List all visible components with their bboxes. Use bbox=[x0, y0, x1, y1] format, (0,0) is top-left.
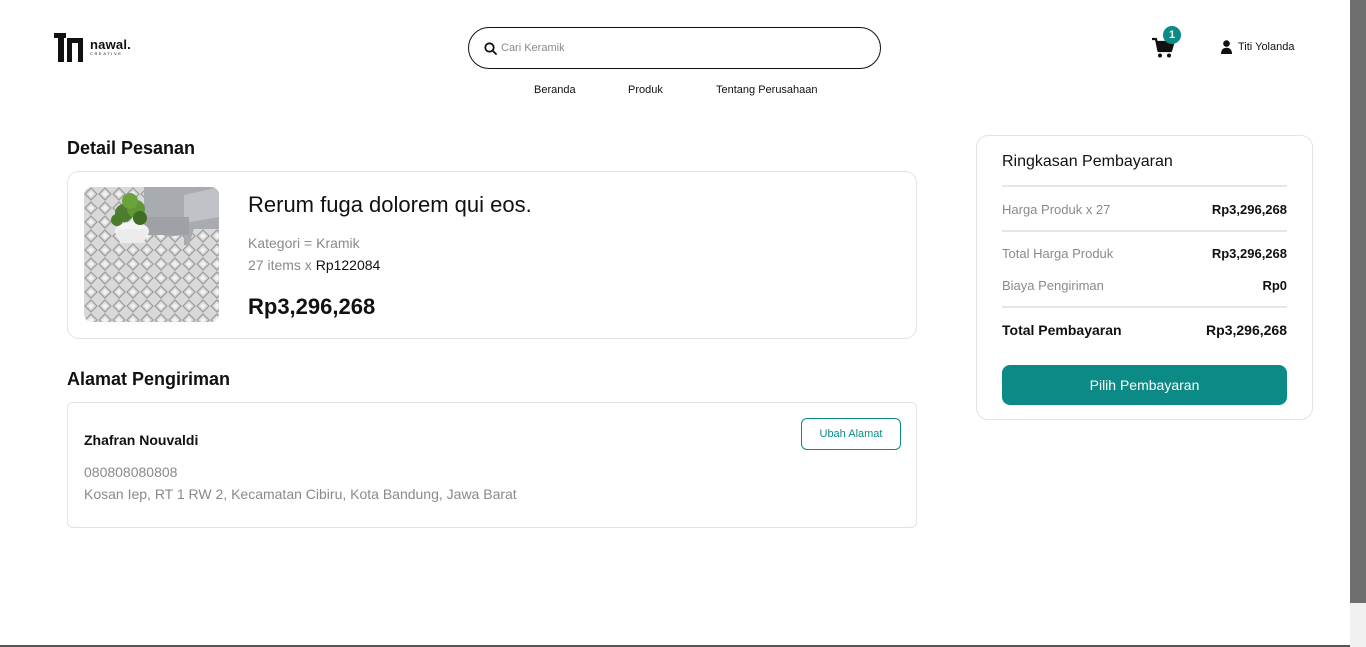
summary-label: Biaya Pengiriman bbox=[1002, 278, 1104, 293]
summary-row-total-product: Total Harga Produk Rp3,296,268 bbox=[1002, 246, 1287, 261]
search-bar[interactable] bbox=[468, 27, 881, 69]
choose-payment-button[interactable]: Pilih Pembayaran bbox=[1002, 365, 1287, 405]
product-total-price: Rp3,296,268 bbox=[248, 294, 376, 319]
summary-divider bbox=[1002, 306, 1287, 308]
product-category: Kategori = Kramik bbox=[248, 235, 360, 251]
shipping-address-card: Zhafran Nouvaldi 080808080808 Kosan Iep,… bbox=[67, 402, 917, 528]
nav-produk[interactable]: Produk bbox=[628, 84, 663, 96]
search-input[interactable] bbox=[501, 42, 841, 54]
summary-label: Harga Produk x 27 bbox=[1002, 202, 1111, 217]
logo-word: nawal. bbox=[90, 37, 131, 52]
payment-summary-card: Ringkasan Pembayaran Harga Produk x 27 R… bbox=[976, 135, 1313, 420]
cart-count-badge: 1 bbox=[1163, 26, 1181, 44]
scrollbar-track-bottom[interactable] bbox=[1350, 603, 1366, 647]
order-item-card: Rerum fuga dolorem qui eos. Kategori = K… bbox=[67, 171, 917, 339]
product-quantity: 27 items x Rp122084 bbox=[248, 257, 380, 273]
search-icon bbox=[484, 41, 497, 55]
nav-beranda[interactable]: Beranda bbox=[534, 84, 576, 96]
user-name: Titi Yolanda bbox=[1238, 41, 1295, 53]
product-name: Rerum fuga dolorem qui eos. bbox=[248, 192, 532, 217]
unit-price: Rp122084 bbox=[315, 257, 381, 273]
summary-row-product-price: Harga Produk x 27 Rp3,296,268 bbox=[1002, 202, 1287, 217]
summary-divider bbox=[1002, 230, 1287, 232]
change-address-button[interactable]: Ubah Alamat bbox=[801, 418, 901, 450]
summary-value: Rp3,296,268 bbox=[1211, 202, 1287, 217]
shipping-address-title: Alamat Pengiriman bbox=[67, 369, 231, 389]
summary-label: Total Harga Produk bbox=[1002, 246, 1114, 261]
recipient-address: Kosan Iep, RT 1 RW 2, Kecamatan Cibiru, … bbox=[84, 486, 517, 502]
scrollbar-thumb[interactable] bbox=[1350, 0, 1366, 603]
summary-value: Rp0 bbox=[1262, 278, 1287, 293]
user-menu[interactable]: Titi Yolanda bbox=[1221, 40, 1294, 54]
summary-value: Rp3,296,268 bbox=[1211, 246, 1287, 261]
quantity-text: 27 items x bbox=[248, 257, 316, 273]
checkout-page: nawal. CREATIVE Beranda Produk Tentang P… bbox=[0, 0, 1350, 647]
total-payment-label: Total Pembayaran bbox=[1002, 322, 1122, 338]
logo-subtitle: CREATIVE bbox=[90, 51, 123, 56]
brand-logo[interactable]: nawal. CREATIVE bbox=[54, 33, 131, 62]
user-icon bbox=[1221, 40, 1232, 54]
summary-row-shipping: Biaya Pengiriman Rp0 bbox=[1002, 278, 1287, 293]
total-payment-value: Rp3,296,268 bbox=[1206, 322, 1287, 338]
recipient-name: Zhafran Nouvaldi bbox=[84, 432, 199, 448]
product-image[interactable] bbox=[84, 187, 219, 322]
order-detail-title: Detail Pesanan bbox=[67, 138, 196, 158]
nav-tentang-perusahaan[interactable]: Tentang Perusahaan bbox=[716, 84, 818, 96]
recipient-phone: 080808080808 bbox=[84, 464, 178, 480]
logo-mark-icon bbox=[54, 33, 86, 62]
summary-divider bbox=[1002, 185, 1287, 187]
summary-row-total-payment: Total Pembayaran Rp3,296,268 bbox=[1002, 322, 1287, 338]
payment-summary-title: Ringkasan Pembayaran bbox=[1002, 153, 1173, 170]
